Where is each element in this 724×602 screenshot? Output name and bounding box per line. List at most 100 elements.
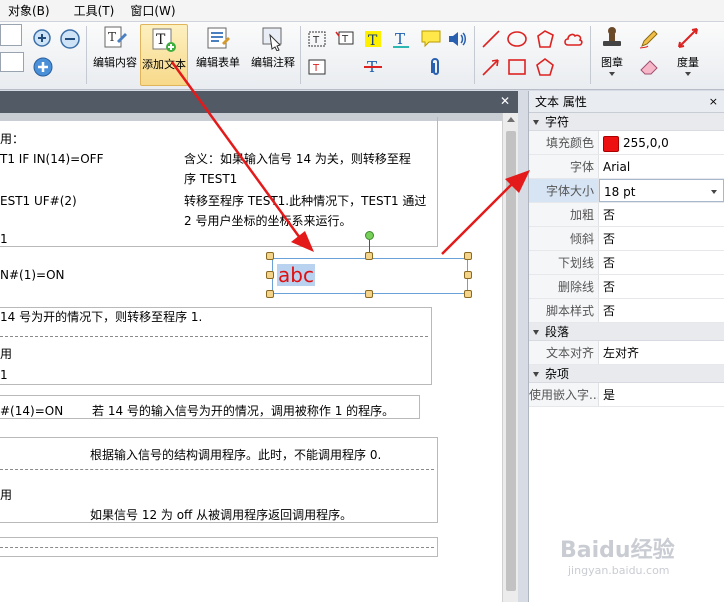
edit-form-icon [207,27,230,49]
chevron-down-icon [685,72,691,76]
edit-form-button[interactable]: 编辑表单 [195,25,241,70]
pencil-icon[interactable] [638,28,660,50]
add-icon[interactable] [32,56,54,78]
zoom-dropdown[interactable] [0,24,22,46]
resize-handle[interactable] [365,252,373,260]
watermark-brand: Baidu经验 [560,538,675,563]
prop-value[interactable]: Arial [599,155,724,178]
resize-handle[interactable] [464,290,472,298]
category-character[interactable]: 字符 [529,113,724,131]
close-document-icon[interactable]: ✕ [498,94,512,108]
eraser-icon[interactable] [638,56,660,78]
menu-object[interactable]: 对象(B) [0,0,58,22]
prop-script-style[interactable]: 脚本样式 否 [529,299,724,323]
divider [0,469,434,470]
menu-tools[interactable]: 工具(T) [66,0,123,22]
doc-line: 序 TEST1 [184,172,238,186]
resize-handle[interactable] [464,271,472,279]
collapse-icon [533,372,539,377]
added-text-box[interactable]: abc [272,258,468,294]
zoom-out-icon[interactable] [59,28,81,50]
prop-underline[interactable]: 下划线 否 [529,251,724,275]
doc-line: 用 [0,488,13,502]
text-callout-icon[interactable]: T [334,28,356,50]
highlight-text-icon[interactable]: T [362,28,384,50]
sound-icon[interactable] [446,28,468,50]
prop-value[interactable]: 18 pt [604,185,635,199]
ellipse-tool-icon[interactable] [506,28,528,50]
svg-text:T: T [312,35,320,46]
comment-icon[interactable] [420,28,442,50]
zoom-in-icon[interactable] [32,28,54,50]
resize-handle[interactable] [365,290,373,298]
vertical-scrollbar[interactable] [502,113,518,602]
edit-content-button[interactable]: T 编辑内容 [92,25,138,70]
scroll-up-icon[interactable] [507,117,515,122]
text-box-content[interactable]: abc [277,264,315,286]
category-misc[interactable]: 杂项 [529,365,724,383]
prop-strikethrough[interactable]: 删除线 否 [529,275,724,299]
panel-splitter[interactable] [518,91,528,602]
prop-label: 加粗 [529,203,599,226]
text-block-icon[interactable]: T [306,28,328,50]
attachment-icon[interactable] [424,56,446,78]
resize-handle[interactable] [266,252,274,260]
prop-text-align[interactable]: 文本对齐 左对齐 [529,341,724,365]
arrow-tool-icon[interactable] [480,56,502,78]
doc-line: T1 IF IN(14)=OFF [0,152,104,166]
prop-value[interactable]: 否 [599,203,724,226]
textbox-icon[interactable]: T [306,56,328,78]
resize-handle[interactable] [266,271,274,279]
text-color-icon[interactable]: T [390,28,412,50]
prop-bold[interactable]: 加粗 否 [529,203,724,227]
resize-handle[interactable] [266,290,274,298]
line-tool-icon[interactable] [480,28,502,50]
prop-font[interactable]: 字体 Arial [529,155,724,179]
doc-line: 转移至程序 TEST1.此种情况下，TEST1 通过 [184,194,427,208]
color-swatch[interactable] [603,135,619,152]
prop-value[interactable]: 否 [599,275,724,298]
prop-font-size[interactable]: 字体大小 18 pt [529,179,724,203]
doc-line: 1 [0,368,8,382]
close-panel-icon[interactable]: × [709,91,718,113]
prop-value: 255,0,0 [623,136,669,150]
prop-embed-font[interactable]: 使用嵌入字... 是 [529,383,724,407]
zoom-level-dropdown[interactable] [0,52,24,72]
svg-text:T: T [108,30,116,44]
resize-handle[interactable] [464,252,472,260]
prop-fill-color[interactable]: 填充颜色 255,0,0 [529,131,724,155]
measure-icon [678,28,698,48]
category-paragraph[interactable]: 段落 [529,323,724,341]
cloud-tool-icon[interactable] [562,28,584,50]
prop-value[interactable]: 是 [599,383,724,406]
measure-button[interactable]: 度量 [670,25,706,76]
chevron-down-icon [609,72,615,76]
rectangle-tool-icon[interactable] [506,56,528,78]
add-text-icon: T [152,28,176,52]
prop-value[interactable]: 否 [599,299,724,322]
prop-value[interactable]: 否 [599,227,724,250]
menu-window[interactable]: 窗口(W) [122,0,183,22]
svg-text:T: T [341,34,349,45]
chevron-down-icon[interactable] [711,190,717,194]
category-label: 字符 [545,115,570,129]
edit-annotation-label: 编辑注释 [251,56,295,69]
ribbon-toolbar: T 编辑内容 T 添加文本 编辑表单 编辑注释 T T T T T T 图章 度… [0,22,724,90]
polygon-tool-icon[interactable] [534,28,556,50]
pentagon-tool-icon[interactable] [534,56,556,78]
svg-text:T: T [156,32,166,48]
prop-value[interactable]: 左对齐 [599,341,724,364]
stamp-button[interactable]: 图章 [596,25,628,76]
edit-annotation-button[interactable]: 编辑注释 [250,25,296,70]
prop-italic[interactable]: 倾斜 否 [529,227,724,251]
prop-value[interactable]: 否 [599,251,724,274]
rotate-handle[interactable] [365,231,374,240]
strikethrough-icon[interactable]: T [362,56,384,78]
add-text-button[interactable]: T 添加文本 [140,24,188,86]
doc-line: 若 14 号的输入信号为开的情况，调用被称作 1 的程序。 [92,404,395,418]
pdf-page: 用： T1 IF IN(14)=OFF 含义：如果输入信号 14 为关，则转移至… [0,117,502,602]
scrollbar-thumb[interactable] [506,131,516,591]
watermark: Baidu经验 jingyan.baidu.com [560,538,675,577]
prop-label: 字体大小 [529,179,599,202]
watermark-url: jingyan.baidu.com [568,564,670,577]
